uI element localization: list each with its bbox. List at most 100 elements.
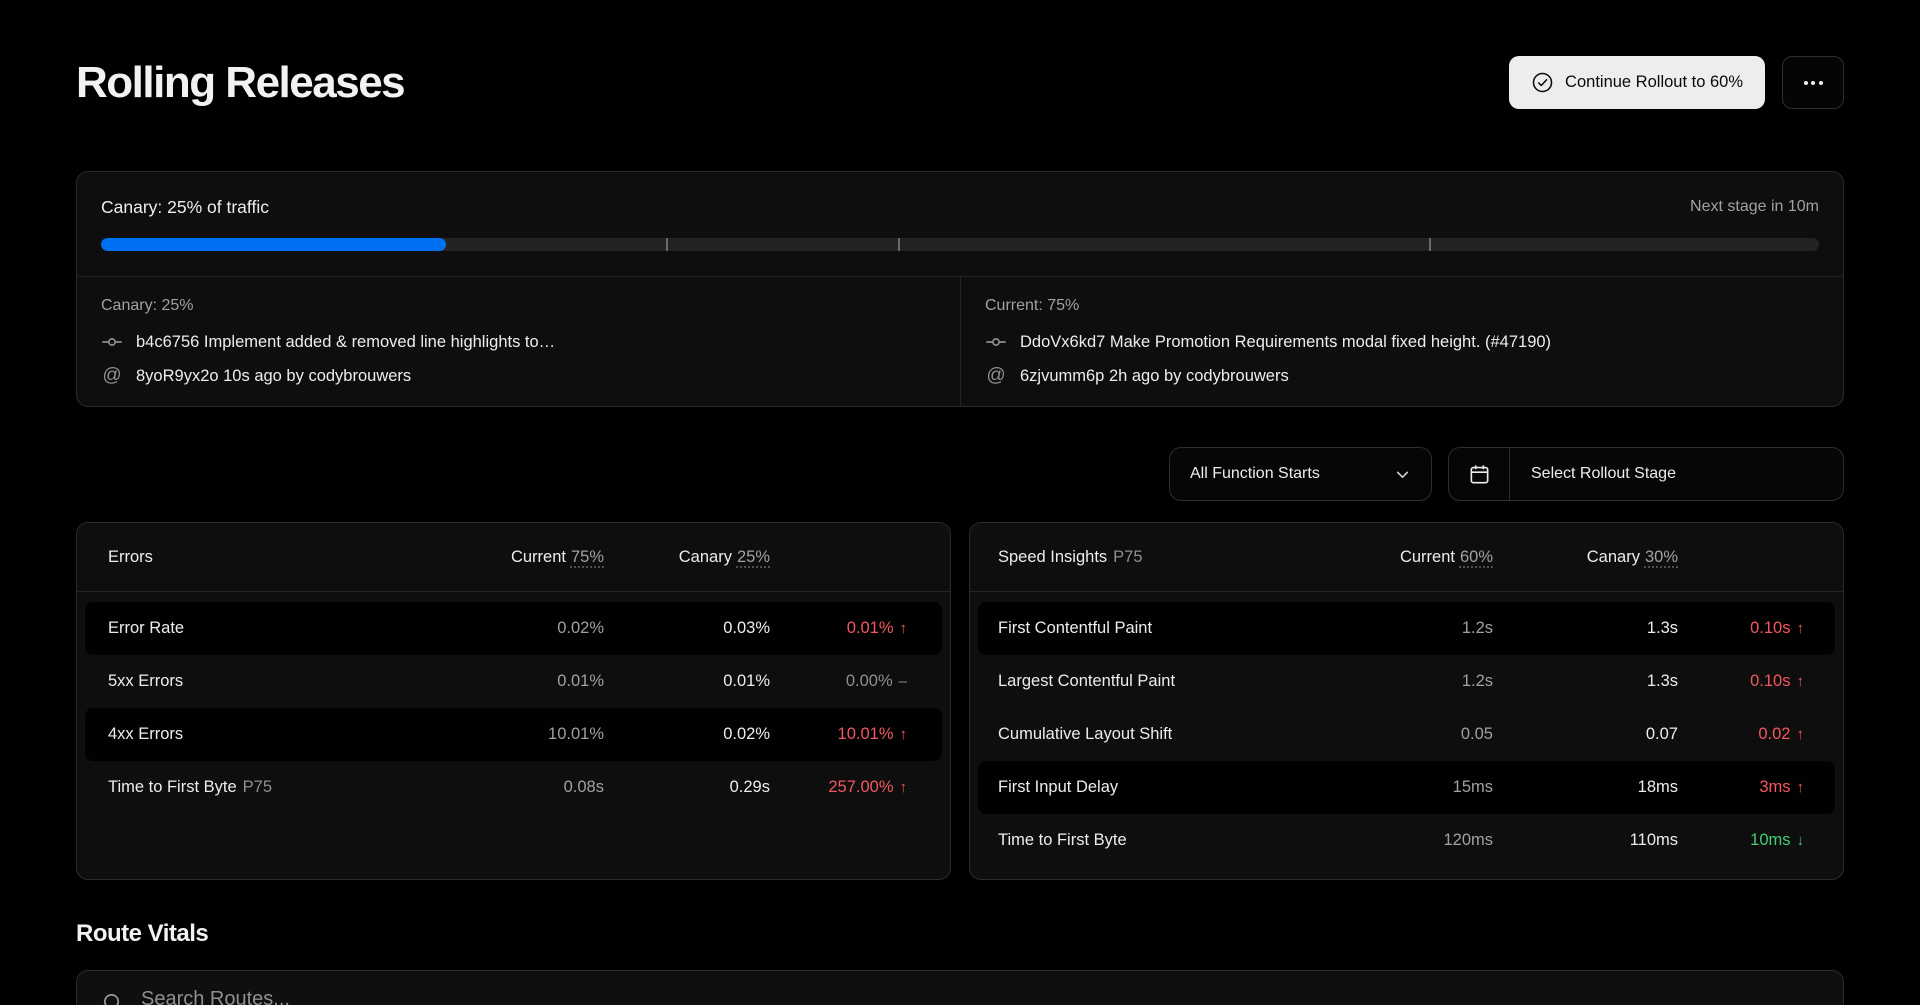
metric-current-value: 1.2s [1343, 619, 1493, 638]
delta-arrow-icon: ↑ [1797, 673, 1805, 690]
continue-rollout-button[interactable]: Continue Rollout to 60% [1509, 56, 1765, 109]
metric-row: 4xx Errors10.01%0.02%10.01%↑ [85, 708, 942, 761]
delta-arrow-icon: ↑ [900, 620, 908, 637]
metric-label: Cumulative Layout Shift [998, 725, 1343, 744]
delta-arrow-icon: ↓ [1797, 832, 1805, 849]
delta-arrow-icon: ↑ [900, 779, 908, 796]
deployment-icon: @ [985, 365, 1007, 387]
metric-delta: 3ms↑ [1678, 778, 1804, 797]
metric-row: Cumulative Layout Shift0.050.070.02↑ [978, 708, 1835, 761]
errors-table-rows: Error Rate0.02%0.03%0.01%↑5xx Errors0.01… [77, 592, 950, 814]
current-deployment-info: 6zjvumm6p 2h ago by codybrouwers [1020, 367, 1289, 386]
delta-arrow-icon: ↑ [1797, 726, 1805, 743]
route-search-input[interactable] [141, 988, 1819, 1005]
metric-canary-value: 0.07 [1493, 725, 1678, 744]
git-commit-icon [985, 331, 1007, 353]
header-actions: Continue Rollout to 60% [1509, 56, 1844, 109]
metric-label: Largest Contentful Paint [998, 672, 1343, 691]
current-deployment-row[interactable]: @ 6zjvumm6p 2h ago by codybrouwers [985, 365, 1819, 387]
metric-delta: 10ms↓ [1678, 831, 1804, 850]
calendar-icon [1449, 448, 1510, 500]
metric-canary-value: 0.03% [604, 619, 770, 638]
metric-current-value: 15ms [1343, 778, 1493, 797]
stage-divider [1429, 238, 1431, 251]
rollout-stage-select[interactable]: Select Rollout Stage [1448, 447, 1844, 501]
delta-arrow-icon: ↑ [1797, 620, 1805, 637]
continue-rollout-label: Continue Rollout to 60% [1565, 73, 1743, 92]
current-commit-message: DdoVx6kd7 Make Promotion Requirements mo… [1020, 333, 1551, 352]
metric-label: First Contentful Paint [998, 619, 1343, 638]
metric-label: First Input Delay [998, 778, 1343, 797]
metric-current-value: 0.01% [454, 672, 604, 691]
progress-fill [101, 238, 446, 251]
rollout-stage-label: Select Rollout Stage [1510, 448, 1676, 500]
canary-column-header: Canary25% [604, 548, 770, 567]
metric-canary-value: 1.3s [1493, 619, 1678, 638]
metric-current-value: 0.02% [454, 619, 604, 638]
metric-canary-value: 0.01% [604, 672, 770, 691]
errors-table-card: Errors Current75% Canary25% Error Rate0.… [76, 522, 951, 880]
current-percent-tooltip[interactable]: 60% [1460, 548, 1493, 566]
delta-arrow-icon: ↑ [900, 726, 908, 743]
search-icon [101, 988, 124, 1005]
metric-current-value: 0.08s [454, 778, 604, 797]
current-commit-row[interactable]: DdoVx6kd7 Make Promotion Requirements mo… [985, 331, 1819, 353]
git-commit-icon [101, 331, 123, 353]
next-stage-label: Next stage in 10m [1690, 198, 1819, 216]
metric-current-value: 120ms [1343, 831, 1493, 850]
metric-label: 5xx Errors [108, 672, 454, 691]
overflow-menu-button[interactable] [1782, 56, 1844, 109]
page-title: Rolling Releases [76, 58, 404, 108]
current-column-header: Current75% [454, 548, 604, 567]
metrics-filters: All Function Starts Select Rollout Stage [76, 447, 1844, 501]
canary-deployment-info: 8yoR9yx2o 10s ago by codybrouwers [136, 367, 411, 386]
canary-percent-tooltip[interactable]: 25% [737, 548, 770, 566]
metric-delta: 0.10s↑ [1678, 672, 1804, 691]
current-column-header: Current60% [1343, 548, 1493, 567]
canary-deployment-row[interactable]: @ 8yoR9yx2o 10s ago by codybrouwers [101, 365, 936, 387]
page-header: Rolling Releases Continue Rollout to 60% [76, 56, 1844, 109]
metric-row: 5xx Errors0.01%0.01%0.00%– [85, 655, 942, 708]
metric-current-value: 10.01% [454, 725, 604, 744]
metric-row: First Input Delay15ms18ms3ms↑ [978, 761, 1835, 814]
metric-row: Time to First ByteP750.08s0.29s257.00%↑ [85, 761, 942, 814]
metric-canary-value: 0.29s [604, 778, 770, 797]
function-starts-select[interactable]: All Function Starts [1169, 447, 1432, 501]
current-percent-tooltip[interactable]: 75% [571, 548, 604, 566]
metric-label: Time to First Byte [998, 831, 1343, 850]
check-circle-icon [1531, 71, 1554, 94]
rolling-releases-page: Rolling Releases Continue Rollout to 60%… [0, 56, 1920, 1005]
metric-row: Largest Contentful Paint1.2s1.3s0.10s↑ [978, 655, 1835, 708]
canary-commit-message: b4c6756 Implement added & removed line h… [136, 333, 555, 352]
metric-delta: 0.01%↑ [770, 619, 907, 638]
speed-insights-table-rows: First Contentful Paint1.2s1.3s0.10s↑Larg… [970, 592, 1843, 867]
metric-canary-value: 110ms [1493, 831, 1678, 850]
canary-rollout-card: Canary: 25% of traffic Next stage in 10m… [76, 171, 1844, 407]
function-starts-label: All Function Starts [1190, 465, 1320, 483]
canary-traffic-title: Canary: 25% of traffic [101, 197, 269, 218]
metric-delta: 10.01%↑ [770, 725, 907, 744]
metric-canary-value: 0.02% [604, 725, 770, 744]
route-vitals-title: Route Vitals [76, 920, 1844, 950]
stage-divider [898, 238, 900, 251]
metric-label: Error Rate [108, 619, 454, 638]
canary-commit-row[interactable]: b4c6756 Implement added & removed line h… [101, 331, 936, 353]
metric-canary-value: 1.3s [1493, 672, 1678, 691]
metric-row: First Contentful Paint1.2s1.3s0.10s↑ [978, 602, 1835, 655]
metric-delta: 0.02↑ [1678, 725, 1804, 744]
metric-label: 4xx Errors [108, 725, 454, 744]
speed-insights-table-card: Speed InsightsP75 Current60% Canary30% F… [969, 522, 1844, 880]
stage-divider [666, 238, 668, 251]
canary-percent-tooltip[interactable]: 30% [1645, 548, 1678, 566]
metric-delta: 0.10s↑ [1678, 619, 1804, 638]
metric-row: Time to First Byte120ms110ms10ms↓ [978, 814, 1835, 867]
route-search-container [76, 970, 1844, 1005]
rollout-progress-bar [101, 238, 1819, 251]
ellipsis-icon [1804, 81, 1823, 85]
metric-canary-value: 18ms [1493, 778, 1678, 797]
errors-table-title: Errors [108, 548, 454, 567]
metric-row: Error Rate0.02%0.03%0.01%↑ [85, 602, 942, 655]
metric-delta: 0.00%– [770, 672, 907, 691]
current-stage-label: Current: 75% [985, 297, 1819, 317]
current-column: Current: 75% DdoVx6kd7 Make Promotion Re… [960, 277, 1843, 406]
